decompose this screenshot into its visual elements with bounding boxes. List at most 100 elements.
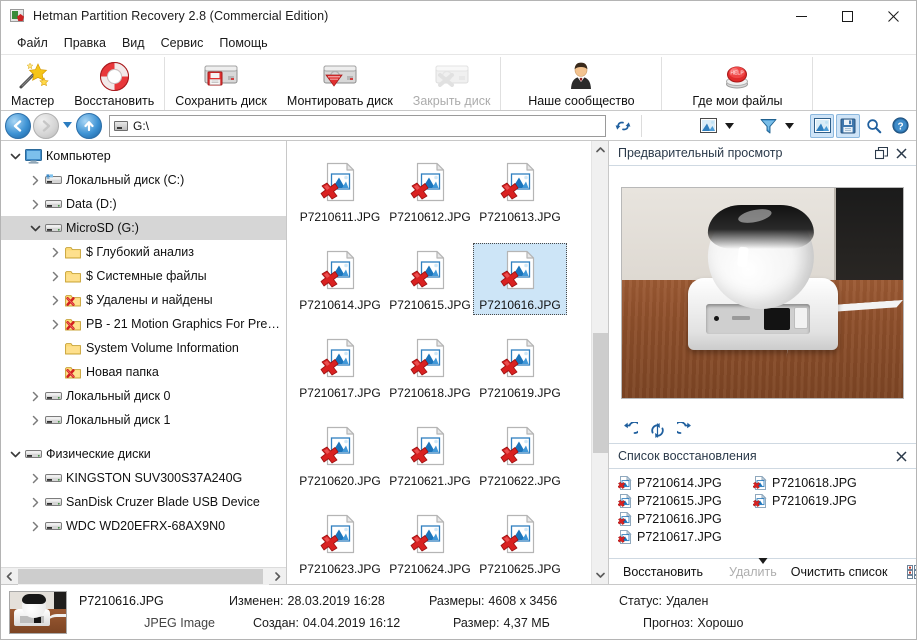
chevron-down-icon[interactable] bbox=[7, 446, 23, 462]
file-item[interactable]: P7210622.JPG bbox=[475, 413, 565, 501]
tree-item[interactable]: System Volume Information bbox=[1, 336, 286, 360]
tree-item[interactable]: WDC WD20EFRX-68AX9N0 bbox=[1, 514, 286, 538]
maximize-button[interactable] bbox=[824, 1, 870, 32]
tree-item[interactable]: SanDisk Cruzer Blade USB Device bbox=[1, 490, 286, 514]
preview-pane-button[interactable] bbox=[810, 113, 834, 138]
tree-item[interactable]: Новая папка bbox=[1, 360, 286, 384]
up-arrow-icon[interactable] bbox=[76, 112, 102, 139]
recovery-list[interactable]: P7210614.JPG P7210615.JPG P7210616.JPG P721… bbox=[609, 469, 916, 558]
tree-item[interactable]: $ Глубокий анализ bbox=[1, 240, 286, 264]
delete-button[interactable]: Удалить bbox=[723, 562, 783, 582]
minimize-button[interactable] bbox=[778, 1, 824, 32]
menu-help[interactable]: Помощь bbox=[211, 33, 275, 53]
save-disk-button[interactable]: Сохранить диск bbox=[165, 57, 277, 110]
file-item[interactable]: P7210616.JPG bbox=[473, 237, 567, 325]
tree-item[interactable]: MicroSD (G:) bbox=[1, 216, 286, 240]
address-input[interactable]: G:\ bbox=[109, 114, 606, 137]
filter-button[interactable] bbox=[756, 114, 780, 138]
chevron-right-icon[interactable] bbox=[47, 244, 63, 260]
recovery-list-item[interactable]: P7210615.JPG bbox=[615, 492, 750, 510]
folder-tree[interactable]: Компьютер Локальный диск (C:) Data (D:) Mic… bbox=[1, 141, 286, 567]
recover-button[interactable]: Восстановить bbox=[64, 57, 164, 110]
mount-disk-button[interactable]: Монтировать диск bbox=[277, 57, 403, 110]
toolbar-overflow-caret-icon[interactable] bbox=[758, 553, 767, 567]
save-button[interactable] bbox=[836, 113, 860, 138]
recovery-list-item[interactable]: P7210617.JPG bbox=[615, 528, 750, 546]
chevron-right-icon[interactable] bbox=[47, 268, 63, 284]
where-my-files-button[interactable]: HELP Где мои файлы bbox=[662, 57, 812, 110]
clear-list-button[interactable]: Очистить список bbox=[785, 562, 894, 582]
file-item[interactable]: P7210621.JPG bbox=[385, 413, 475, 501]
tree-item[interactable]: PB - 21 Motion Graphics For Premiere bbox=[1, 312, 286, 336]
file-item[interactable]: P7210625.JPG bbox=[475, 501, 565, 584]
chevron-right-icon[interactable] bbox=[27, 172, 43, 188]
scroll-thumb[interactable] bbox=[592, 333, 608, 453]
tree-item[interactable]: Компьютер bbox=[1, 144, 286, 168]
refresh-button[interactable] bbox=[611, 114, 635, 138]
recovery-list-item[interactable]: P7210619.JPG bbox=[750, 492, 885, 510]
file-item[interactable]: P7210612.JPG bbox=[385, 149, 475, 237]
rotate-left-icon[interactable] bbox=[619, 420, 640, 441]
menu-edit[interactable]: Правка bbox=[56, 33, 114, 53]
flip-icon[interactable] bbox=[647, 420, 668, 441]
recovery-close-icon[interactable] bbox=[891, 446, 911, 466]
back-arrow-icon[interactable] bbox=[5, 112, 31, 139]
tree-item[interactable]: Локальный диск 0 bbox=[1, 384, 286, 408]
view-mode-caret-icon[interactable] bbox=[722, 114, 736, 138]
file-item[interactable]: P7210615.JPG bbox=[385, 237, 475, 325]
chevron-right-icon[interactable] bbox=[27, 388, 43, 404]
tree-item[interactable]: Data (D:) bbox=[1, 192, 286, 216]
close-button[interactable] bbox=[870, 1, 916, 32]
restore-button[interactable]: Восстановить bbox=[617, 562, 709, 582]
scroll-down-arrow-icon[interactable] bbox=[592, 567, 609, 584]
community-button[interactable]: Наше сообщество bbox=[501, 57, 661, 110]
scroll-thumb[interactable] bbox=[18, 568, 263, 584]
scroll-right-arrow-icon[interactable] bbox=[269, 568, 286, 585]
chevron-right-icon[interactable] bbox=[47, 316, 63, 332]
tree-item[interactable]: $ Системные файлы bbox=[1, 264, 286, 288]
chevron-down-icon[interactable] bbox=[7, 148, 23, 164]
chevron-down-icon[interactable] bbox=[27, 220, 43, 236]
tree-item[interactable]: $ Удалены и найдены bbox=[1, 288, 286, 312]
tree-item[interactable]: Локальный диск 1 bbox=[1, 408, 286, 432]
file-vertical-scrollbar[interactable] bbox=[591, 141, 608, 584]
search-button[interactable] bbox=[862, 114, 886, 138]
scroll-track[interactable] bbox=[592, 158, 609, 567]
tree-item[interactable]: KINGSTON SUV300S37A240G bbox=[1, 466, 286, 490]
file-item[interactable]: P7210623.JPG bbox=[295, 501, 385, 584]
menu-file[interactable]: Файл bbox=[9, 33, 56, 53]
view-mode-button[interactable] bbox=[696, 114, 720, 138]
scroll-up-arrow-icon[interactable] bbox=[592, 141, 609, 158]
menu-view[interactable]: Вид bbox=[114, 33, 153, 53]
filter-caret-icon[interactable] bbox=[782, 114, 796, 138]
close-disk-button[interactable]: Закрыть диск bbox=[403, 57, 501, 110]
file-item[interactable]: P7210624.JPG bbox=[385, 501, 475, 584]
file-item[interactable]: P7210614.JPG bbox=[295, 237, 385, 325]
recovery-list-item[interactable]: P7210614.JPG bbox=[615, 474, 750, 492]
preview-close-icon[interactable] bbox=[891, 143, 911, 163]
file-item[interactable]: P7210611.JPG bbox=[295, 149, 385, 237]
file-item[interactable]: P7210617.JPG bbox=[295, 325, 385, 413]
file-item[interactable]: P7210619.JPG bbox=[475, 325, 565, 413]
scroll-left-arrow-icon[interactable] bbox=[1, 568, 18, 585]
recovery-list-item[interactable]: P7210618.JPG bbox=[750, 474, 885, 492]
scroll-track[interactable] bbox=[18, 567, 269, 585]
rotate-right-icon[interactable] bbox=[675, 420, 696, 441]
file-item[interactable]: P7210613.JPG bbox=[475, 149, 565, 237]
file-item[interactable]: P7210618.JPG bbox=[385, 325, 475, 413]
recovery-list-item[interactable]: P7210616.JPG bbox=[615, 510, 750, 528]
undock-icon[interactable] bbox=[871, 143, 891, 163]
list-view-icon[interactable] bbox=[907, 562, 916, 582]
tree-horizontal-scrollbar[interactable] bbox=[1, 567, 286, 585]
chevron-right-icon[interactable] bbox=[27, 412, 43, 428]
tree-item[interactable]: Физические диски bbox=[1, 442, 286, 466]
chevron-right-icon[interactable] bbox=[27, 518, 43, 534]
chevron-right-icon[interactable] bbox=[27, 470, 43, 486]
menu-service[interactable]: Сервис bbox=[153, 33, 212, 53]
help-button[interactable]: ? bbox=[888, 114, 912, 138]
history-dropdown-icon[interactable] bbox=[61, 122, 73, 129]
forward-arrow-icon[interactable] bbox=[33, 112, 59, 139]
file-grid[interactable]: P7210611.JPG P7210612.JPG P7210613.JPG P721… bbox=[287, 141, 591, 584]
tree-item[interactable]: Локальный диск (C:) bbox=[1, 168, 286, 192]
wizard-button[interactable]: Мастер bbox=[1, 57, 64, 110]
